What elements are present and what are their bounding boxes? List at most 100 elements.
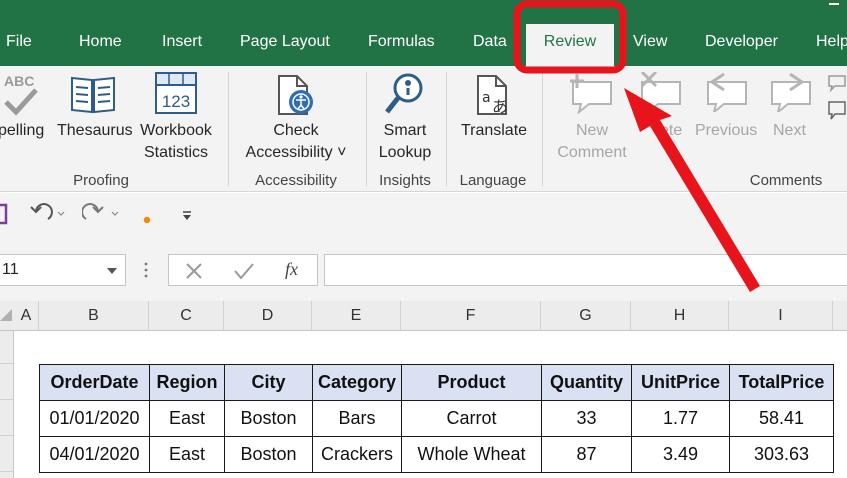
header-totalprice[interactable]: TotalPrice: [729, 364, 834, 401]
table-row: 01/01/2020 East Boston Bars Carrot 33 1.…: [39, 400, 834, 437]
tab-view[interactable]: View: [633, 33, 667, 51]
cell[interactable]: 01/01/2020: [39, 400, 150, 437]
header-city[interactable]: City: [224, 364, 313, 401]
cell[interactable]: Boston: [224, 400, 313, 437]
spelling-icon: ABC: [2, 72, 42, 121]
smart-lookup-label-1: Smart: [383, 122, 427, 139]
group-separator: [542, 72, 543, 186]
header-product[interactable]: Product: [401, 364, 542, 401]
group-separator: [366, 72, 367, 186]
next-comment-icon: [768, 72, 814, 117]
cell[interactable]: Whole Wheat: [401, 436, 542, 473]
touch-mode-icon[interactable]: [143, 211, 151, 229]
row-divider: [0, 399, 14, 400]
cell[interactable]: 58.41: [729, 400, 834, 437]
tab-file[interactable]: File: [6, 33, 32, 51]
group-label-comments: Comments: [749, 172, 823, 189]
tab-developer[interactable]: Developer: [705, 33, 778, 51]
check-accessibility-icon: [275, 74, 319, 123]
tab-review[interactable]: Review: [526, 24, 614, 66]
cell[interactable]: 303.63: [729, 436, 834, 473]
minimize-icon[interactable]: [829, 3, 839, 5]
insert-function-button[interactable]: fx: [285, 259, 298, 280]
smart-lookup-label-2: Lookup: [378, 144, 432, 161]
cell[interactable]: Boston: [224, 436, 313, 473]
column-header-d[interactable]: D: [224, 301, 312, 331]
tab-data[interactable]: Data: [473, 33, 507, 51]
undo-icon[interactable]: [28, 203, 68, 230]
column-header-h[interactable]: H: [631, 301, 729, 331]
formula-input[interactable]: [324, 254, 847, 286]
svg-text:a: a: [482, 90, 491, 106]
column-header-f[interactable]: F: [401, 301, 541, 331]
thesaurus-button[interactable]: Thesaurus: [57, 120, 133, 142]
tab-formulas[interactable]: Formulas: [368, 33, 435, 51]
header-orderdate[interactable]: OrderDate: [39, 364, 150, 401]
customize-toolbar-icon[interactable]: [181, 209, 193, 227]
header-quantity[interactable]: Quantity: [541, 364, 632, 401]
cell[interactable]: Crackers: [312, 436, 402, 473]
formula-bar: 11 fx: [0, 239, 847, 301]
table-row: 04/01/2020 East Boston Crackers Whole Wh…: [39, 436, 834, 473]
workbook-statistics-icon: 123: [155, 72, 197, 119]
header-unitprice[interactable]: UnitPrice: [631, 364, 730, 401]
header-region[interactable]: Region: [149, 364, 225, 401]
spelling-button[interactable]: pelling: [0, 120, 44, 142]
smart-lookup-button[interactable]: Smart Lookup: [372, 120, 438, 164]
tab-page-layout[interactable]: Page Layout: [240, 33, 330, 51]
delete-comment-icon: [638, 70, 684, 117]
header-category[interactable]: Category: [312, 364, 402, 401]
formula-buttons: fx: [168, 254, 318, 286]
tab-help[interactable]: Help: [816, 33, 847, 51]
next-comment-button[interactable]: Next: [773, 120, 806, 142]
check-accessibility-button[interactable]: Check Accessibility ˅: [238, 120, 354, 164]
cell[interactable]: Bars: [312, 400, 402, 437]
column-headers: A B C D E F G H I: [0, 301, 847, 331]
column-header-e[interactable]: E: [312, 301, 401, 331]
cancel-icon[interactable]: [185, 262, 203, 285]
svg-text:123: 123: [162, 92, 190, 111]
cell[interactable]: 1.77: [631, 400, 730, 437]
column-header-i[interactable]: I: [729, 301, 833, 331]
cell[interactable]: 3.49: [631, 436, 730, 473]
workbook-statistics-button[interactable]: Workbook Statistics: [137, 120, 215, 164]
workbook-statistics-label-1: Workbook: [140, 122, 212, 139]
ribbon-review: ABC pelling Thesaurus 123 Workbook Stati…: [0, 66, 847, 192]
column-header-b[interactable]: B: [39, 301, 149, 331]
tab-home[interactable]: Home: [79, 33, 122, 51]
enter-check-icon[interactable]: [233, 262, 255, 285]
previous-comment-icon: [704, 72, 750, 117]
column-header-c[interactable]: C: [149, 301, 224, 331]
redo-icon[interactable]: [81, 203, 122, 230]
cell[interactable]: East: [149, 436, 225, 473]
cell[interactable]: 33: [541, 400, 632, 437]
thesaurus-icon: [70, 74, 116, 119]
row-headers[interactable]: [0, 331, 14, 478]
save-icon[interactable]: [0, 203, 8, 230]
data-table: OrderDate Region City Category Product Q…: [39, 364, 834, 473]
group-label-proofing: Proofing: [73, 172, 129, 189]
chevron-down-icon[interactable]: [107, 268, 117, 274]
column-header-g[interactable]: G: [541, 301, 631, 331]
more-options-icon[interactable]: [143, 261, 149, 284]
tab-insert[interactable]: Insert: [162, 33, 202, 51]
select-all-icon[interactable]: [0, 309, 12, 321]
name-box[interactable]: 11: [0, 254, 126, 286]
previous-comment-button[interactable]: Previous: [695, 120, 757, 142]
worksheet-grid[interactable]: A B C D E F G H I OrderDate Region City …: [0, 301, 847, 478]
cell[interactable]: 87: [541, 436, 632, 473]
group-label-accessibility: Accessibility: [255, 172, 337, 189]
new-comment-button[interactable]: New Comment: [548, 120, 636, 164]
cell[interactable]: East: [149, 400, 225, 437]
translate-button[interactable]: Translate: [458, 120, 530, 142]
menu-tab-bar: File Home Insert Page Layout Formulas Da…: [0, 0, 847, 66]
cell[interactable]: Carrot: [401, 400, 542, 437]
delete-comment-button[interactable]: ete: [660, 120, 682, 142]
group-label-language: Language: [459, 172, 527, 189]
column-header-a[interactable]: A: [14, 301, 39, 331]
show-comments-icon[interactable]: [826, 72, 846, 127]
workbook-statistics-label-2: Statistics: [143, 144, 208, 161]
group-separator: [446, 72, 447, 186]
smart-lookup-icon: [384, 72, 426, 121]
cell[interactable]: 04/01/2020: [39, 436, 150, 473]
